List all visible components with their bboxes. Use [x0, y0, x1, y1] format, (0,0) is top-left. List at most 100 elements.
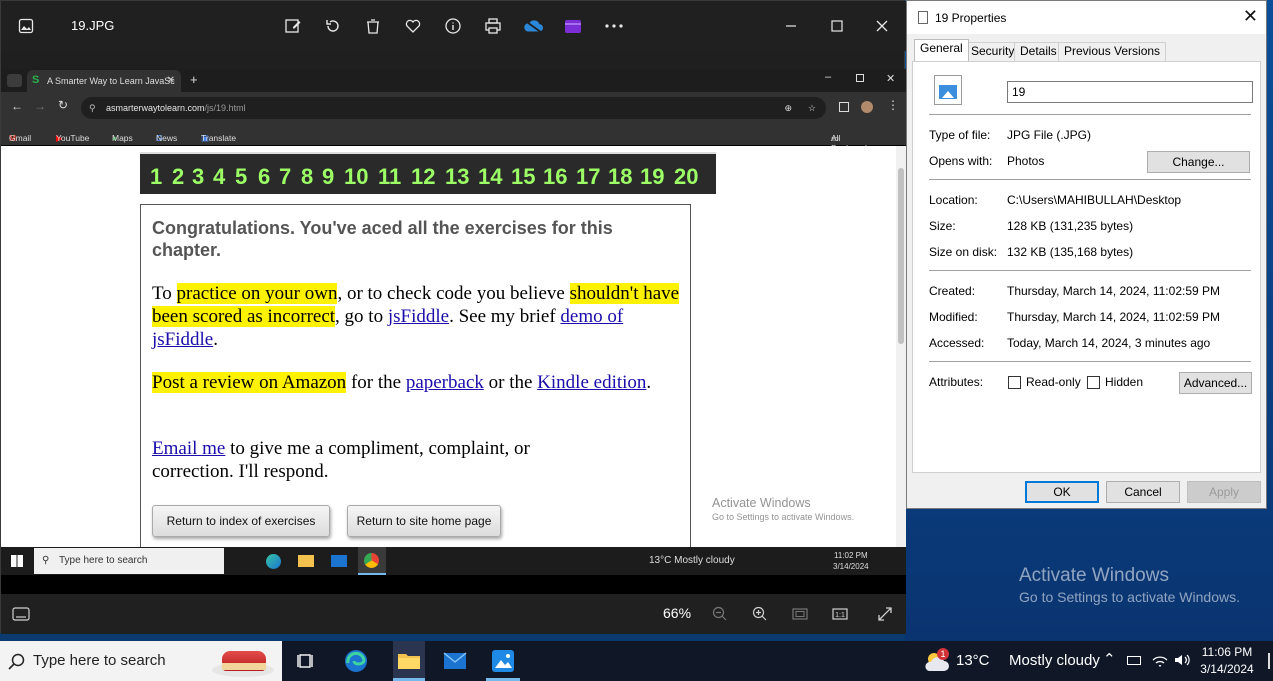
read-only-checkbox[interactable]	[1008, 376, 1021, 389]
scrollbar-thumb[interactable]	[898, 168, 904, 344]
clock[interactable]: 11:06 PM 3/14/2024	[1196, 644, 1258, 678]
new-tab-icon[interactable]: +	[190, 72, 198, 87]
maximize-icon[interactable]	[827, 16, 847, 36]
tab-details[interactable]: Details	[1014, 42, 1063, 61]
exercise-link[interactable]: 19	[640, 164, 664, 190]
exercise-link[interactable]: 3	[192, 164, 204, 190]
clipchamp-icon[interactable]	[563, 16, 583, 36]
mail-icon[interactable]	[443, 649, 467, 673]
photos-titlebar: 19.JPG	[1, 1, 906, 51]
exercise-link[interactable]: 18	[608, 164, 632, 190]
review-paragraph: Post a review on Amazon for the paperbac…	[152, 372, 652, 393]
tab-general[interactable]: General	[914, 39, 969, 61]
side-panel-icon[interactable]	[839, 102, 849, 112]
filename-input[interactable]: 19	[1007, 81, 1253, 103]
exercise-link[interactable]: 5	[235, 164, 247, 190]
exercise-link[interactable]: 13	[445, 164, 469, 190]
filmstrip-icon[interactable]	[11, 604, 31, 624]
exercise-link[interactable]: 2	[172, 164, 184, 190]
print-icon[interactable]	[483, 16, 503, 36]
zoom-in-icon[interactable]	[750, 604, 770, 624]
zoom-lens-icon[interactable]: ⊕	[784, 97, 792, 119]
exercise-link[interactable]: 10	[344, 164, 368, 190]
exercise-link[interactable]: 17	[576, 164, 600, 190]
battery-icon[interactable]	[1127, 656, 1141, 665]
show-desktop-button[interactable]	[1268, 653, 1270, 669]
close-icon[interactable]	[872, 16, 892, 36]
created-value: Thursday, March 14, 2024, 11:02:59 PM	[1007, 284, 1221, 298]
gallery-icon[interactable]	[16, 16, 36, 36]
exercise-link[interactable]: 9	[322, 164, 334, 190]
task-view-icon[interactable]	[294, 649, 318, 673]
back-icon[interactable]: ←	[11, 99, 23, 113]
photo-image-view[interactable]: S A Smarter Way to Learn JavaSc ✕ + – ✕ …	[1, 69, 906, 594]
change-button[interactable]: Change...	[1147, 151, 1250, 173]
exercise-link[interactable]: 1	[150, 164, 162, 190]
exercise-link[interactable]: 6	[258, 164, 270, 190]
forward-icon[interactable]: →	[34, 99, 46, 113]
file-explorer-icon[interactable]	[393, 641, 425, 681]
rotate-icon[interactable]	[323, 16, 343, 36]
exercise-link[interactable]: 11	[378, 164, 401, 190]
taskbar-search-box[interactable]: Type here to search	[0, 641, 282, 681]
paperback-link[interactable]: paperback	[406, 372, 484, 393]
delete-icon[interactable]	[363, 16, 383, 36]
separator	[929, 270, 1251, 271]
favorite-heart-icon[interactable]	[403, 16, 423, 36]
jsfiddle-link[interactable]: jsFiddle	[388, 306, 449, 327]
photos-app-icon[interactable]	[491, 649, 515, 673]
site-info-icon[interactable]: ⚲	[89, 97, 96, 119]
minimize-icon[interactable]	[781, 16, 801, 36]
full-screen-icon[interactable]	[875, 604, 895, 624]
exercise-link[interactable]: 16	[543, 164, 567, 190]
tab-close-icon[interactable]: ✕	[167, 70, 175, 92]
kindle-edition-link[interactable]: Kindle edition	[537, 372, 646, 393]
dialog-close-icon[interactable]: ✕	[1243, 6, 1258, 27]
return-to-index-button[interactable]: Return to index of exercises	[152, 505, 330, 537]
exercise-link[interactable]: 7	[279, 164, 291, 190]
hidden-checkbox[interactable]	[1087, 376, 1100, 389]
exercise-link[interactable]: 8	[301, 164, 313, 190]
image-file-icon	[934, 75, 962, 105]
browser-close-icon[interactable]: ✕	[886, 72, 895, 85]
apply-button[interactable]: Apply	[1187, 481, 1261, 503]
return-to-home-button[interactable]: Return to site home page	[347, 505, 501, 537]
practice-paragraph: To practice on your own, or to check cod…	[152, 283, 680, 350]
show-hidden-icons-icon[interactable]: ⌃	[1103, 650, 1116, 668]
ok-button[interactable]: OK	[1025, 481, 1099, 503]
cancel-button[interactable]: Cancel	[1106, 481, 1180, 503]
info-icon[interactable]	[443, 16, 463, 36]
exercise-link[interactable]: 15	[511, 164, 535, 190]
volume-icon[interactable]	[1173, 652, 1191, 668]
read-only-label[interactable]: Read-only	[1026, 375, 1081, 389]
zoom-out-icon[interactable]	[710, 604, 730, 624]
edge-icon[interactable]	[344, 649, 368, 673]
exercise-link[interactable]: 4	[213, 164, 225, 190]
email-me-link[interactable]: Email me	[152, 438, 225, 459]
address-bar[interactable]: ⚲ asmarterwaytolearn.com/js/19.html ⊕ ☆	[81, 97, 826, 119]
onedrive-cloud-icon[interactable]	[523, 16, 543, 36]
tab-search-icon[interactable]	[7, 74, 22, 87]
browser-restore-icon[interactable]	[856, 74, 864, 82]
browser-minimize-icon[interactable]: –	[825, 71, 831, 83]
fit-to-window-icon[interactable]	[790, 604, 810, 624]
reload-icon[interactable]: ↻	[58, 98, 68, 112]
exercise-link[interactable]: 14	[478, 164, 502, 190]
hidden-label[interactable]: Hidden	[1105, 375, 1143, 389]
page-scrollbar[interactable]	[896, 146, 906, 547]
edit-image-icon[interactable]	[283, 16, 303, 36]
profile-avatar[interactable]	[861, 101, 873, 113]
browser-tab[interactable]: S A Smarter Way to Learn JavaSc ✕	[27, 70, 181, 92]
weather-widget[interactable]: 1 13°C Mostly cloudy	[920, 641, 1100, 681]
exercise-link[interactable]: 20	[674, 164, 698, 190]
network-icon[interactable]	[1151, 652, 1169, 668]
browser-menu-icon[interactable]: ⋮	[887, 98, 899, 112]
bookmark-star-icon[interactable]: ☆	[808, 97, 816, 119]
tab-security[interactable]: Security	[965, 42, 1021, 61]
tab-previous-versions[interactable]: Previous Versions	[1058, 42, 1167, 61]
actual-size-icon[interactable]: 1:1	[830, 604, 850, 624]
more-options-icon[interactable]	[604, 16, 624, 36]
exercise-link[interactable]: 12	[411, 164, 435, 190]
advanced-button[interactable]: Advanced...	[1179, 372, 1252, 394]
email-paragraph: Email me to give me a compliment, compla…	[152, 438, 530, 482]
